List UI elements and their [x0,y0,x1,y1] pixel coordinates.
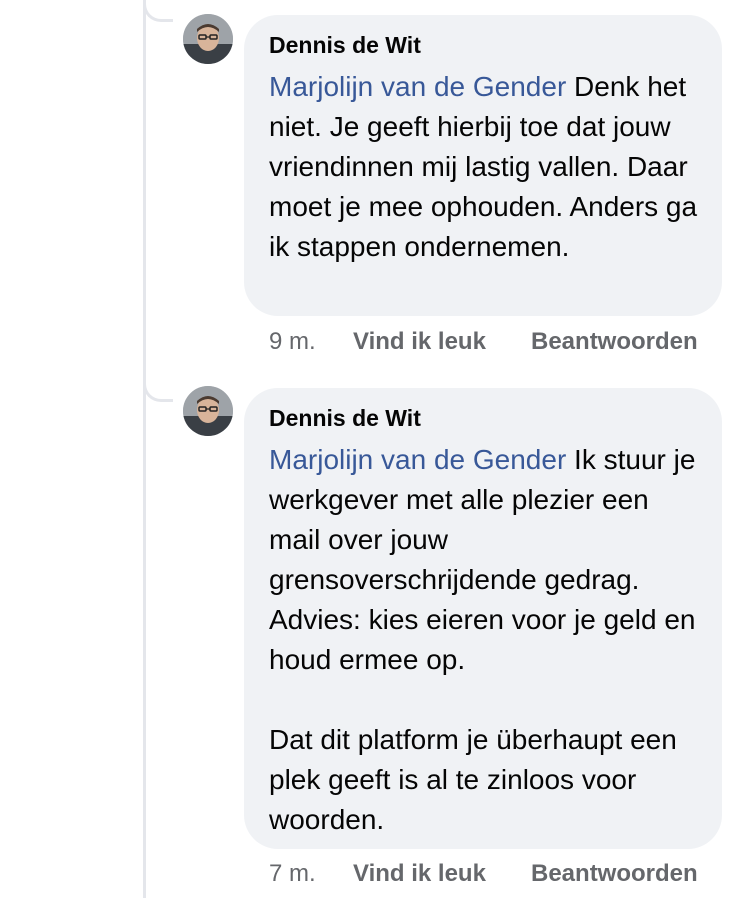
mention-link[interactable]: Marjolijn van de Gender [269,71,566,102]
profile-photo-icon [183,14,233,64]
thread-line [143,0,146,898]
reply-connector [143,380,173,402]
comment-text: Marjolijn van de Gender Denk het niet. J… [269,67,702,267]
comment-bubble: Dennis de Wit Marjolijn van de Gender De… [244,15,722,316]
comment-body: Ik stuur je werkgever met alle plezier e… [269,444,696,835]
reply-connector [143,0,173,22]
comment-actions: 7 m. Vind ik leuk Beantwoorden [269,859,698,889]
comment-text: Marjolijn van de Gender Ik stuur je werk… [269,440,702,840]
comment-author[interactable]: Dennis de Wit [269,404,702,432]
reply-button[interactable]: Beantwoorden [531,328,698,356]
mention-link[interactable]: Marjolijn van de Gender [269,444,566,475]
like-button[interactable]: Vind ik leuk [353,328,531,356]
like-button[interactable]: Vind ik leuk [353,860,531,888]
profile-photo-icon [183,386,233,436]
avatar[interactable] [183,14,233,64]
comment-actions: 9 m. Vind ik leuk Beantwoorden [269,327,698,357]
avatar[interactable] [183,386,233,436]
comment-bubble: Dennis de Wit Marjolijn van de Gender Ik… [244,388,722,849]
reply-button[interactable]: Beantwoorden [531,860,698,888]
comment-timestamp[interactable]: 7 m. [269,860,353,888]
comment-timestamp[interactable]: 9 m. [269,328,353,356]
comment-author[interactable]: Dennis de Wit [269,31,702,59]
